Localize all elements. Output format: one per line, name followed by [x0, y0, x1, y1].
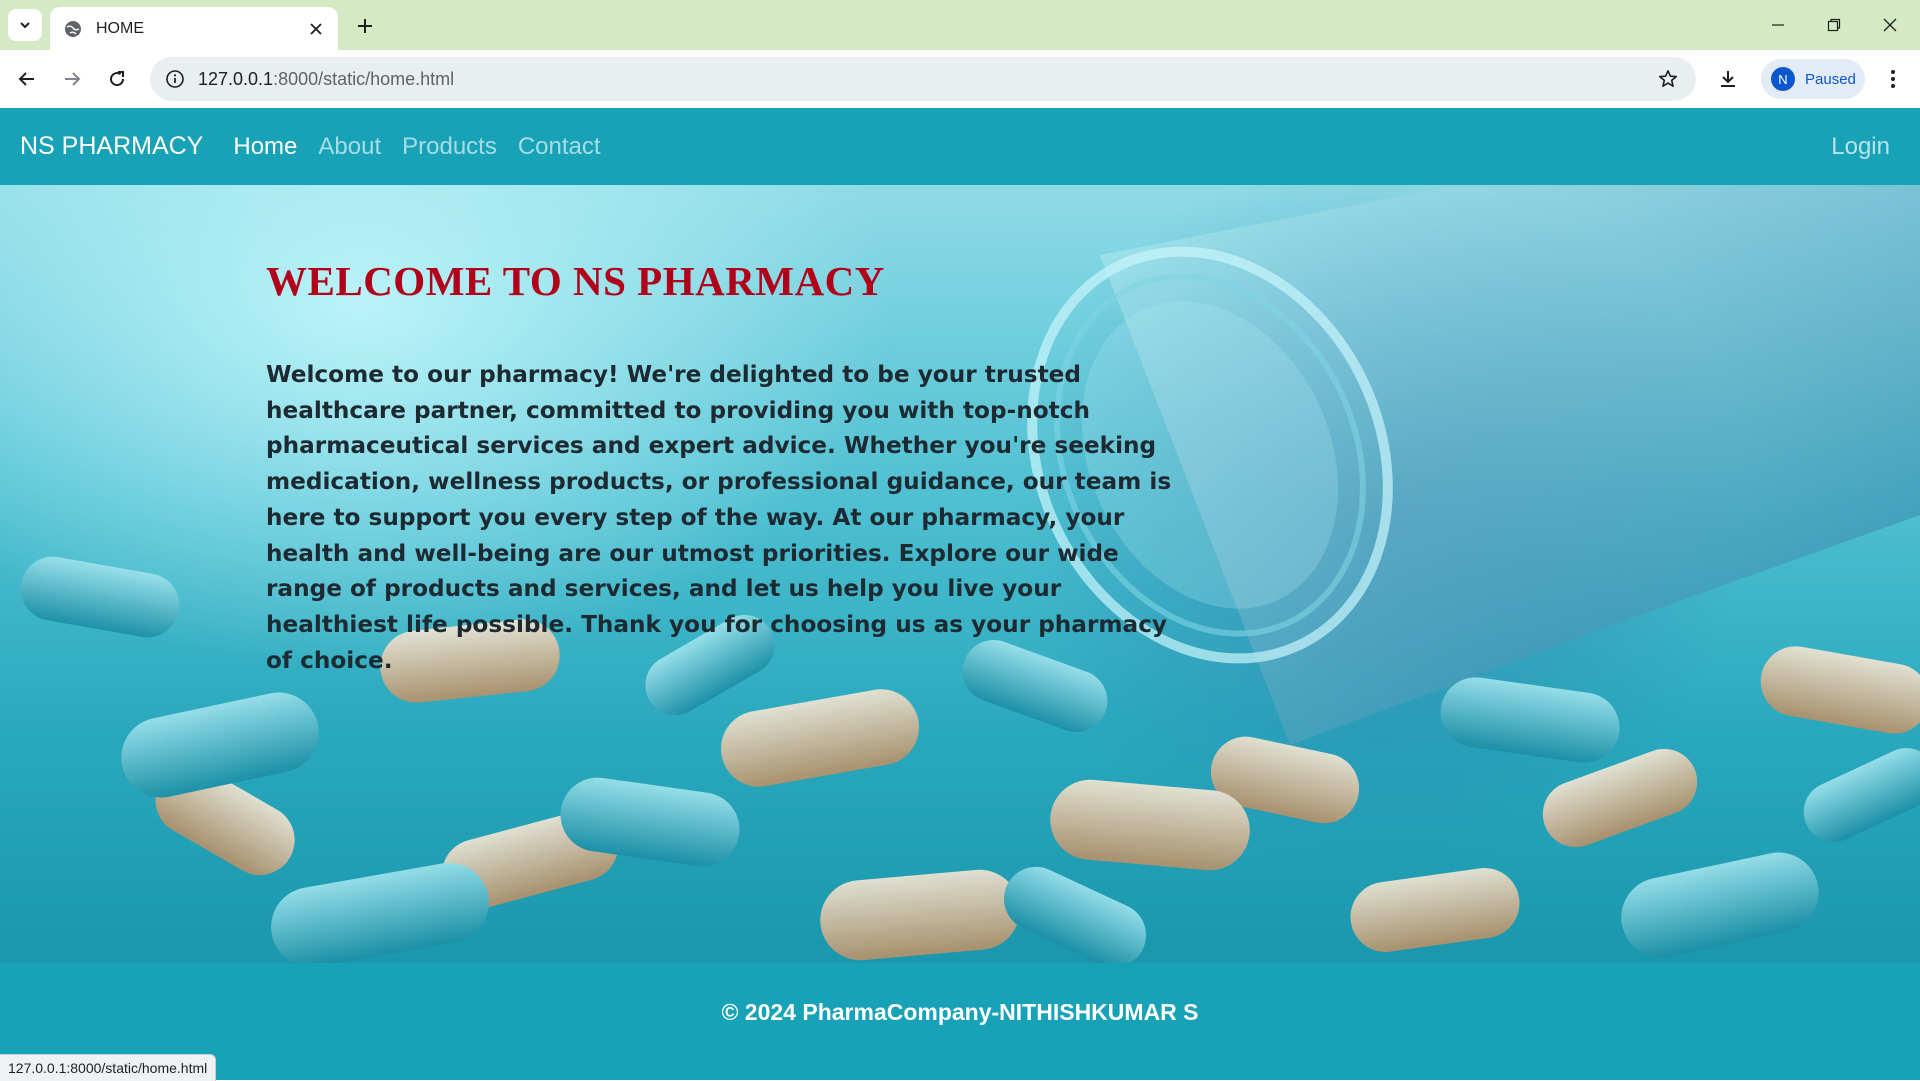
hero-content: WELCOME TO NS PHARMACY Welcome to our ph… — [266, 257, 1196, 702]
url-host: 127.0.0.1 — [198, 68, 274, 89]
avatar: N — [1771, 67, 1795, 91]
star-icon[interactable] — [1654, 65, 1682, 93]
tab-search-button[interactable] — [8, 9, 42, 41]
globe-icon — [62, 18, 84, 40]
window-close-icon — [1883, 18, 1897, 32]
hero-paragraph: Welcome to our pharmacy! We're delighted… — [266, 361, 1172, 674]
footer-copyright: © 2024 PharmaCompany-NITHISHKUMAR S — [721, 999, 1199, 1025]
restore-icon — [1827, 18, 1841, 32]
nav-contact[interactable]: Contact — [518, 133, 601, 161]
close-icon[interactable] — [302, 15, 330, 43]
hero-title: WELCOME TO NS PHARMACY — [266, 258, 885, 304]
nav-products[interactable]: Products — [402, 133, 497, 161]
minimize-icon — [1772, 24, 1784, 26]
menu-button[interactable] — [1875, 61, 1911, 97]
hero-section: WELCOME TO NS PHARMACY Welcome to our ph… — [0, 185, 1920, 963]
browser-tab-home[interactable]: HOME — [50, 7, 338, 50]
profile-status: Paused — [1805, 70, 1856, 88]
forward-button[interactable] — [54, 61, 90, 97]
login-link[interactable]: Login — [1831, 133, 1890, 161]
reload-icon — [110, 71, 125, 87]
nav-links: Home About Products Contact — [233, 133, 621, 161]
chevron-down-icon — [20, 22, 30, 29]
info-icon[interactable] — [164, 68, 186, 90]
kebab-menu-icon — [1891, 70, 1895, 88]
forward-icon — [65, 72, 81, 86]
window-close-button[interactable] — [1862, 0, 1918, 50]
nav-about[interactable]: About — [318, 133, 381, 161]
minimize-button[interactable] — [1750, 0, 1806, 50]
profile-button[interactable]: N Paused — [1761, 59, 1865, 99]
download-icon — [1721, 71, 1735, 87]
site-navbar: NS PHARMACY Home About Products Contact … — [0, 108, 1920, 185]
browser-toolbar: 127.0.0.1:8000/static/home.html N Paused — [0, 50, 1920, 108]
restore-button[interactable] — [1806, 0, 1862, 50]
plus-icon — [358, 19, 372, 33]
tab-title: HOME — [96, 19, 144, 37]
address-bar[interactable]: 127.0.0.1:8000/static/home.html — [150, 57, 1696, 101]
site-footer: © 2024 PharmaCompany-NITHISHKUMAR S — [0, 963, 1920, 1080]
brand-logo[interactable]: NS PHARMACY — [20, 132, 203, 161]
url-text[interactable]: 127.0.0.1:8000/static/home.html — [198, 69, 1654, 90]
new-tab-button[interactable] — [350, 11, 380, 41]
browser-tab-strip: HOME — [0, 0, 1920, 50]
download-button[interactable] — [1710, 61, 1746, 97]
back-button[interactable] — [9, 61, 45, 97]
browser-status-bar: 127.0.0.1:8000/static/home.html — [0, 1054, 217, 1081]
url-path: :8000/static/home.html — [273, 68, 455, 89]
nav-home[interactable]: Home — [233, 133, 297, 161]
back-icon — [18, 72, 34, 86]
reload-button[interactable] — [99, 61, 135, 97]
